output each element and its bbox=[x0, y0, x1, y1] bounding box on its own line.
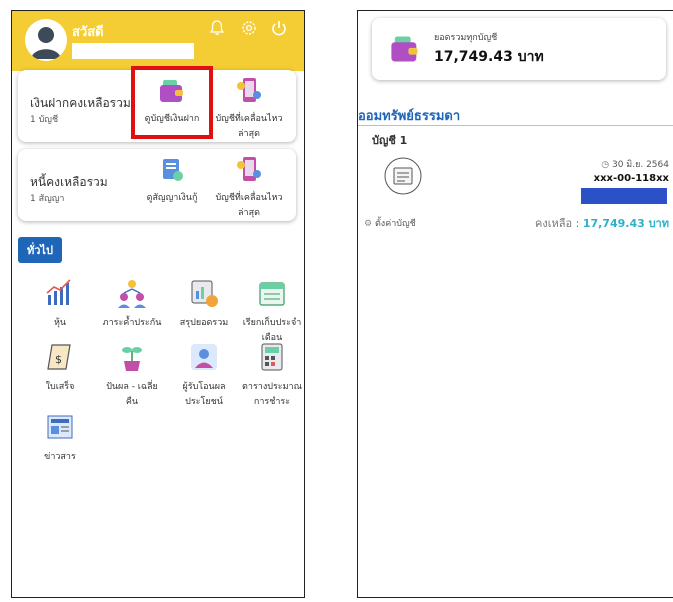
last-update-date: ◷ 30 มิ.ย. 2564 bbox=[601, 157, 669, 171]
account-name: บัญชี 1 bbox=[372, 134, 408, 147]
total-balance-label: ยอดรวมทุกบัญชี bbox=[434, 33, 498, 43]
calculator-icon bbox=[261, 343, 283, 371]
payment-estimate-label: ตารางประมาณ bbox=[242, 382, 302, 392]
home-screen: สวัสดี เงินฝากคงเหลือรวม 1 บัญชี ดูบัญชี… bbox=[11, 10, 305, 598]
bell-icon[interactable] bbox=[208, 19, 226, 37]
view-loan-contracts-label: ดูสัญญาเงินกู้ bbox=[146, 193, 198, 203]
receipt-button[interactable]: $ ใบเสร็จ bbox=[25, 341, 95, 395]
dividend-rebate-label-2: คืน bbox=[125, 397, 139, 407]
recent-deposit-activity-button[interactable]: บัญชีที่เคลื่อนไหว ล่าสุด bbox=[208, 76, 290, 142]
account-settings-button[interactable]: ⚙ ตั้งค่าบัญชี bbox=[364, 216, 416, 230]
receipt-label: ใบเสร็จ bbox=[45, 382, 75, 392]
savings-section-title: ออมทรัพย์ธรรมดา bbox=[358, 109, 461, 124]
shares-button[interactable]: หุ้น bbox=[25, 277, 95, 331]
general-section-label: ทั่วไป bbox=[18, 237, 62, 263]
stock-chart-icon bbox=[46, 279, 71, 305]
header-bar: สวัสดี bbox=[12, 11, 304, 71]
payment-estimate-label-2: การชำระ bbox=[253, 397, 291, 407]
passbook-icon bbox=[384, 157, 422, 195]
beneficiary-label: ผู้รับโอนผล bbox=[182, 382, 226, 392]
beneficiary-button[interactable]: ผู้รับโอนผล ประโยชน์ bbox=[169, 341, 239, 410]
recent-deposit-activity-label-2: ล่าสุด bbox=[238, 129, 260, 139]
total-summary-button[interactable]: สรุปยอดรวม bbox=[169, 277, 239, 331]
phone-transfer-icon bbox=[237, 157, 261, 181]
gear-icon[interactable] bbox=[240, 19, 258, 37]
total-balance-value: 17,749.43 บาท bbox=[434, 49, 544, 65]
guarantee-obligation-label: ภาระค้ำประกัน bbox=[102, 318, 162, 328]
guarantee-obligation-button[interactable]: ภาระค้ำประกัน bbox=[97, 277, 167, 331]
total-balance-card: ยอดรวมทุกบัญชี 17,749.43 บาท bbox=[372, 18, 666, 80]
account-list-screen: ยอดรวมทุกบัญชี 17,749.43 บาท ออมทรัพย์ธร… bbox=[357, 10, 673, 598]
payment-estimate-button[interactable]: ตารางประมาณ การชำระ bbox=[237, 341, 304, 410]
debt-summary-card: หนี้คงเหลือรวม 1 สัญญา ดูสัญญาเงินกู้ บั… bbox=[18, 149, 296, 221]
user-icon bbox=[31, 27, 61, 59]
monthly-billing-label: เรียกเก็บประจำ bbox=[242, 318, 302, 328]
dividend-rebate-button[interactable]: ปันผล - เฉลี่ย คืน bbox=[97, 341, 167, 410]
user-name-field bbox=[72, 43, 194, 59]
receipt-icon: $ bbox=[47, 344, 71, 370]
gear-icon: ⚙ bbox=[364, 219, 373, 229]
recent-loan-activity-label-2: ล่าสุด bbox=[238, 208, 260, 218]
guarantor-people-icon bbox=[118, 280, 146, 308]
last-update-date-text: 30 มิ.ย. 2564 bbox=[611, 160, 669, 170]
monthly-billing-button[interactable]: เรียกเก็บประจำ เดือน bbox=[237, 277, 304, 346]
summary-report-icon bbox=[191, 280, 218, 307]
account-settings-label: ตั้งค่าบัญชี bbox=[374, 219, 416, 229]
account-number: xxx-00-118xx bbox=[593, 173, 669, 184]
avatar[interactable] bbox=[25, 19, 67, 61]
section-divider bbox=[358, 125, 673, 126]
newspaper-icon bbox=[47, 415, 73, 439]
shares-label: หุ้น bbox=[53, 318, 67, 328]
debt-total-title: หนี้คงเหลือรวม bbox=[30, 175, 108, 189]
balance-value: 17,749.43 บาท bbox=[582, 217, 669, 230]
deposit-total-title: เงินฝากคงเหลือรวม bbox=[30, 96, 131, 110]
beneficiary-label-2: ประโยชน์ bbox=[185, 397, 223, 407]
wallet-icon bbox=[391, 36, 418, 62]
greeting-text: สวัสดี bbox=[72, 25, 104, 40]
clock-icon: ◷ bbox=[601, 160, 610, 170]
phone-transfer-icon bbox=[237, 78, 261, 102]
beneficiary-icon bbox=[191, 344, 217, 370]
calendar-billing-icon bbox=[259, 282, 285, 306]
total-summary-label: สรุปยอดรวม bbox=[179, 318, 229, 328]
recent-deposit-activity-label: บัญชีที่เคลื่อนไหว bbox=[215, 114, 283, 124]
dividend-rebate-label: ปันผล - เฉลี่ย bbox=[106, 382, 158, 392]
news-label: ข่าวสาร bbox=[44, 452, 76, 462]
recent-loan-activity-label: บัญชีที่เคลื่อนไหว bbox=[215, 193, 283, 203]
power-icon[interactable] bbox=[270, 19, 288, 37]
account-owner-field bbox=[581, 188, 667, 204]
loan-document-icon bbox=[163, 159, 183, 181]
news-button[interactable]: ข่าวสาร bbox=[25, 411, 95, 465]
deposit-account-count: 1 บัญชี bbox=[30, 115, 59, 125]
account-balance: คงเหลือ : 17,749.43 บาท bbox=[535, 214, 669, 232]
plant-growth-icon bbox=[122, 347, 142, 371]
balance-label: คงเหลือ : bbox=[535, 217, 580, 230]
svg-text:$: $ bbox=[55, 353, 62, 366]
highlight-box bbox=[131, 66, 213, 139]
view-loan-contracts-button[interactable]: ดูสัญญาเงินกู้ bbox=[131, 155, 213, 206]
recent-loan-activity-button[interactable]: บัญชีที่เคลื่อนไหว ล่าสุด bbox=[208, 155, 290, 221]
contract-count: 1 สัญญา bbox=[30, 194, 65, 204]
